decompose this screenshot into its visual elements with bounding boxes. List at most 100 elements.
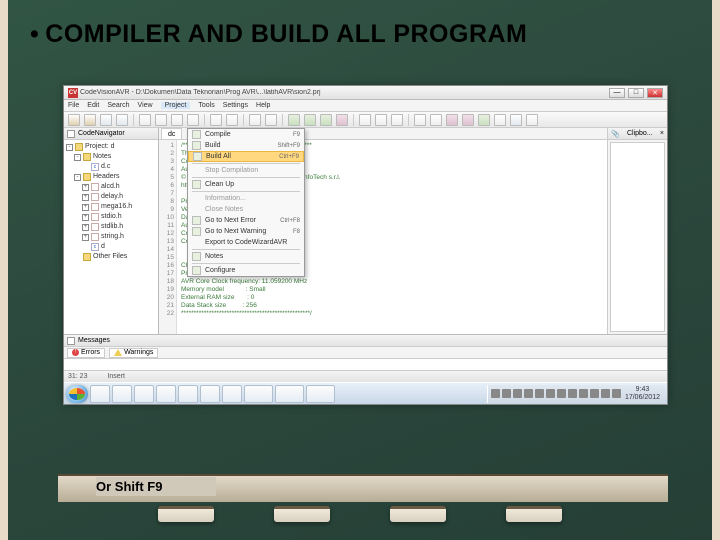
menu-item-go-to-next-error[interactable]: Go to Next ErrorCtrl+F8 bbox=[188, 215, 304, 226]
editor-tab[interactable]: dc bbox=[161, 128, 182, 139]
menu-item-build[interactable]: BuildShift+F9 bbox=[188, 140, 304, 151]
menu-project[interactable]: Project bbox=[161, 102, 191, 109]
tb-buildall-icon[interactable] bbox=[320, 114, 332, 126]
tb-cut-icon[interactable] bbox=[155, 114, 167, 126]
task-cvavr-icon[interactable] bbox=[306, 385, 335, 403]
task-firefox-icon[interactable] bbox=[156, 385, 176, 403]
menu-edit[interactable]: Edit bbox=[87, 102, 99, 109]
tray-icon[interactable] bbox=[579, 389, 588, 398]
task-paint-icon[interactable] bbox=[200, 385, 220, 403]
tray-icon[interactable] bbox=[568, 389, 577, 398]
clipboard-header[interactable]: 📎 Clipbo... × bbox=[608, 128, 667, 140]
system-tray[interactable]: 9:43 17/06/2012 bbox=[487, 385, 665, 403]
project-tree[interactable]: -Project: d-Notesd.c-Headers+alcd.h+dela… bbox=[64, 140, 158, 264]
tree-item[interactable]: Other Files bbox=[74, 252, 156, 262]
titlebar[interactable]: CV CodeVisionAVR - D:\Dokumen\Data Tekno… bbox=[64, 86, 667, 100]
tree-item[interactable]: +string.h bbox=[82, 232, 156, 242]
expand-icon[interactable]: + bbox=[82, 224, 89, 231]
clipboard-close-icon[interactable]: × bbox=[660, 130, 664, 137]
tree-item[interactable]: -Headers bbox=[74, 172, 156, 182]
taskbar-clock[interactable]: 9:43 17/06/2012 bbox=[623, 386, 662, 402]
menu-settings[interactable]: Settings bbox=[223, 102, 248, 109]
task-folder-icon[interactable] bbox=[112, 385, 132, 403]
menu-item-build-all[interactable]: Build AllCtrl+F9 bbox=[188, 151, 304, 162]
tray-icon[interactable] bbox=[557, 389, 566, 398]
tree-item[interactable]: +delay.h bbox=[82, 192, 156, 202]
menu-item-export-to-codewizardavr[interactable]: Export to CodeWizardAVR bbox=[188, 237, 304, 248]
menu-item-go-to-next-warning[interactable]: Go to Next WarningF8 bbox=[188, 226, 304, 237]
task-word-icon[interactable] bbox=[244, 385, 273, 403]
menu-file[interactable]: File bbox=[68, 102, 79, 109]
tree-item[interactable]: d bbox=[82, 242, 156, 252]
task-notepad-icon[interactable] bbox=[222, 385, 242, 403]
tb-undo-icon[interactable] bbox=[210, 114, 222, 126]
tb-compile-icon[interactable] bbox=[288, 114, 300, 126]
tb-copy-icon[interactable] bbox=[171, 114, 183, 126]
tb-replace-icon[interactable] bbox=[265, 114, 277, 126]
tree-item[interactable]: -Notes bbox=[74, 152, 156, 162]
tb-chip-icon[interactable] bbox=[359, 114, 371, 126]
start-button[interactable] bbox=[66, 385, 88, 403]
tb-config-icon[interactable] bbox=[414, 114, 426, 126]
tb-terminal-icon[interactable] bbox=[391, 114, 403, 126]
warnings-tab[interactable]: Warnings bbox=[109, 348, 158, 358]
expand-icon[interactable]: + bbox=[82, 234, 89, 241]
tb-save-icon[interactable] bbox=[100, 114, 112, 126]
menu-item-clean-up[interactable]: Clean Up bbox=[188, 179, 304, 190]
menu-item-notes[interactable]: Notes bbox=[188, 251, 304, 262]
expand-icon[interactable]: + bbox=[82, 214, 89, 221]
maximize-button[interactable]: □ bbox=[628, 88, 644, 98]
tray-icon[interactable] bbox=[502, 389, 511, 398]
tray-icon[interactable] bbox=[524, 389, 533, 398]
tray-network-icon[interactable] bbox=[601, 389, 610, 398]
tb-open-icon[interactable] bbox=[84, 114, 96, 126]
tray-icon[interactable] bbox=[546, 389, 555, 398]
tb-build-icon[interactable] bbox=[304, 114, 316, 126]
errors-tab[interactable]: ! Errors bbox=[67, 348, 105, 358]
menu-item-compile[interactable]: CompileF9 bbox=[188, 129, 304, 140]
tb-extra4-icon[interactable] bbox=[494, 114, 506, 126]
expand-icon[interactable]: - bbox=[74, 154, 81, 161]
tree-item[interactable]: +alcd.h bbox=[82, 182, 156, 192]
tb-extra6-icon[interactable] bbox=[526, 114, 538, 126]
tb-new-icon[interactable] bbox=[68, 114, 80, 126]
tree-item[interactable]: -Project: d bbox=[66, 142, 156, 152]
tb-extra2-icon[interactable] bbox=[462, 114, 474, 126]
menu-item-configure[interactable]: Configure bbox=[188, 265, 304, 276]
tb-help-icon[interactable] bbox=[430, 114, 442, 126]
tb-paste-icon[interactable] bbox=[187, 114, 199, 126]
tb-print-icon[interactable] bbox=[139, 114, 151, 126]
tb-extra5-icon[interactable] bbox=[510, 114, 522, 126]
task-ppt-icon[interactable] bbox=[275, 385, 304, 403]
task-explorer-icon[interactable] bbox=[90, 385, 110, 403]
menu-search[interactable]: Search bbox=[107, 102, 129, 109]
messages-header[interactable]: Messages bbox=[64, 335, 667, 347]
expand-icon[interactable]: - bbox=[74, 174, 81, 181]
task-media-icon[interactable] bbox=[134, 385, 154, 403]
tb-extra3-icon[interactable] bbox=[478, 114, 490, 126]
menu-tools[interactable]: Tools bbox=[198, 102, 214, 109]
tray-icon[interactable] bbox=[513, 389, 522, 398]
menu-help[interactable]: Help bbox=[256, 102, 270, 109]
expand-icon[interactable]: - bbox=[66, 144, 73, 151]
tb-extra1-icon[interactable] bbox=[446, 114, 458, 126]
tree-item[interactable]: +stdio.h bbox=[82, 212, 156, 222]
expand-icon[interactable]: + bbox=[82, 184, 89, 191]
tb-redo-icon[interactable] bbox=[226, 114, 238, 126]
tb-saveall-icon[interactable] bbox=[116, 114, 128, 126]
tb-debug-icon[interactable] bbox=[336, 114, 348, 126]
task-chrome-icon[interactable] bbox=[178, 385, 198, 403]
expand-icon[interactable]: + bbox=[82, 194, 89, 201]
tray-icon[interactable] bbox=[535, 389, 544, 398]
tree-item[interactable]: +mega16.h bbox=[82, 202, 156, 212]
expand-icon[interactable]: + bbox=[82, 204, 89, 211]
tree-item[interactable]: +stdlib.h bbox=[82, 222, 156, 232]
tree-item[interactable]: d.c bbox=[82, 162, 156, 172]
tb-find-icon[interactable] bbox=[249, 114, 261, 126]
menu-view[interactable]: View bbox=[138, 102, 153, 109]
close-button[interactable]: ✕ bbox=[647, 88, 663, 98]
minimize-button[interactable]: — bbox=[609, 88, 625, 98]
tb-wizard-icon[interactable] bbox=[375, 114, 387, 126]
navigator-header[interactable]: CodeNavigator bbox=[64, 128, 158, 140]
tray-volume-icon[interactable] bbox=[612, 389, 621, 398]
